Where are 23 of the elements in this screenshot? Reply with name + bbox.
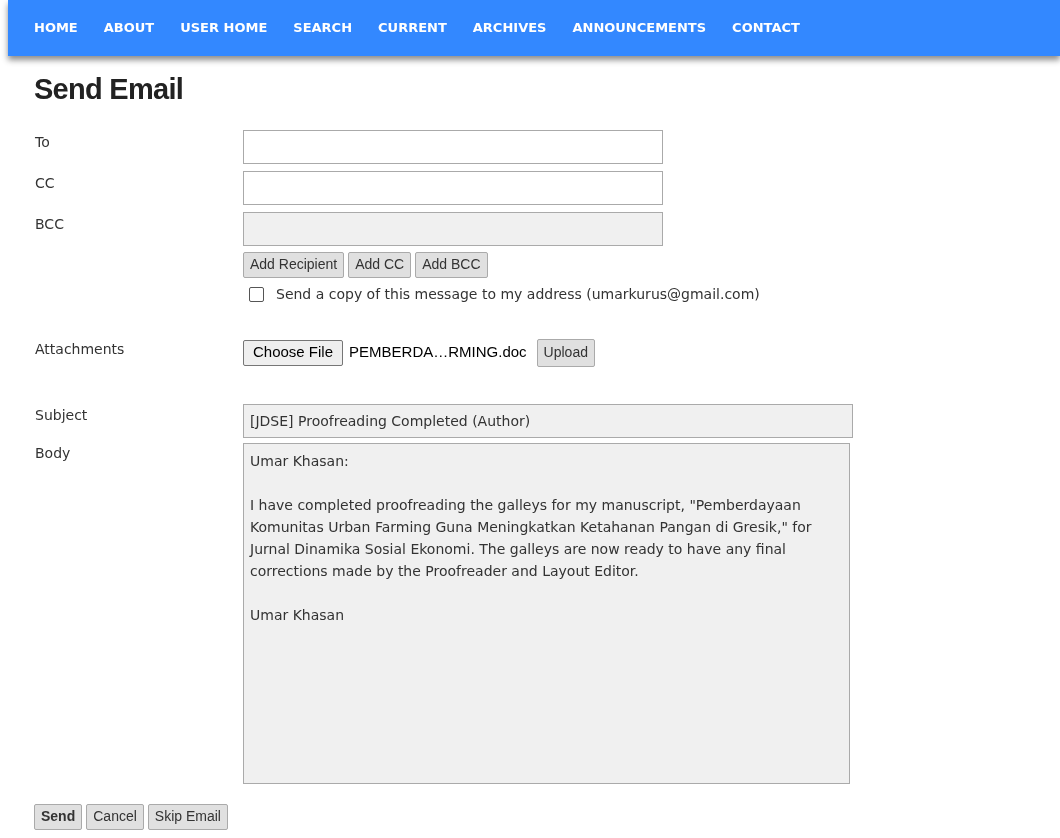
action-button[interactable]: Send <box>34 803 83 830</box>
field-label: CC <box>35 173 56 193</box>
input-field[interactable] <box>243 129 663 164</box>
checkbox-label: Send a copy of this message to my address (umarkurus@gmail.com) <box>276 284 760 304</box>
field-label: To <box>35 132 51 152</box>
add-button[interactable]: Add CC <box>348 251 412 278</box>
field-label: Body <box>35 443 72 463</box>
add-button[interactable]: Add Recipient <box>243 251 345 278</box>
choose-file-button[interactable]: Choose File <box>243 339 344 366</box>
field-label: BCC <box>35 214 65 234</box>
body-field[interactable]: Umar Khasan: I have completed proofreading the galleys for my manuscript, "Pemberdayaan Komunitas Urban Farming Guna Meningkatkan Ketahanan Pangan di Gresik," for Jurnal Dinamika Sosial Ekonomi. The galleys are now ready to have any final corrections made by the Proofreader and Layout Editor. Umar Khasan <box>243 442 850 784</box>
action-button[interactable]: Cancel <box>86 803 144 830</box>
page-title: Send Email <box>34 72 185 107</box>
file-name: PEMBERDA…RMING.doc <box>349 342 527 363</box>
action-button[interactable]: Skip Email <box>147 803 228 830</box>
field-label: Subject <box>35 405 89 425</box>
upload-button[interactable]: Upload <box>536 338 595 367</box>
add-button[interactable]: Add BCC <box>415 251 488 278</box>
input-field[interactable] <box>243 170 663 205</box>
subject-field[interactable]: [JDSE] Proofreading Completed (Author) <box>243 403 853 438</box>
checkbox[interactable] <box>249 286 264 302</box>
field-label: Attachments <box>35 339 126 359</box>
input-field[interactable] <box>243 211 663 246</box>
